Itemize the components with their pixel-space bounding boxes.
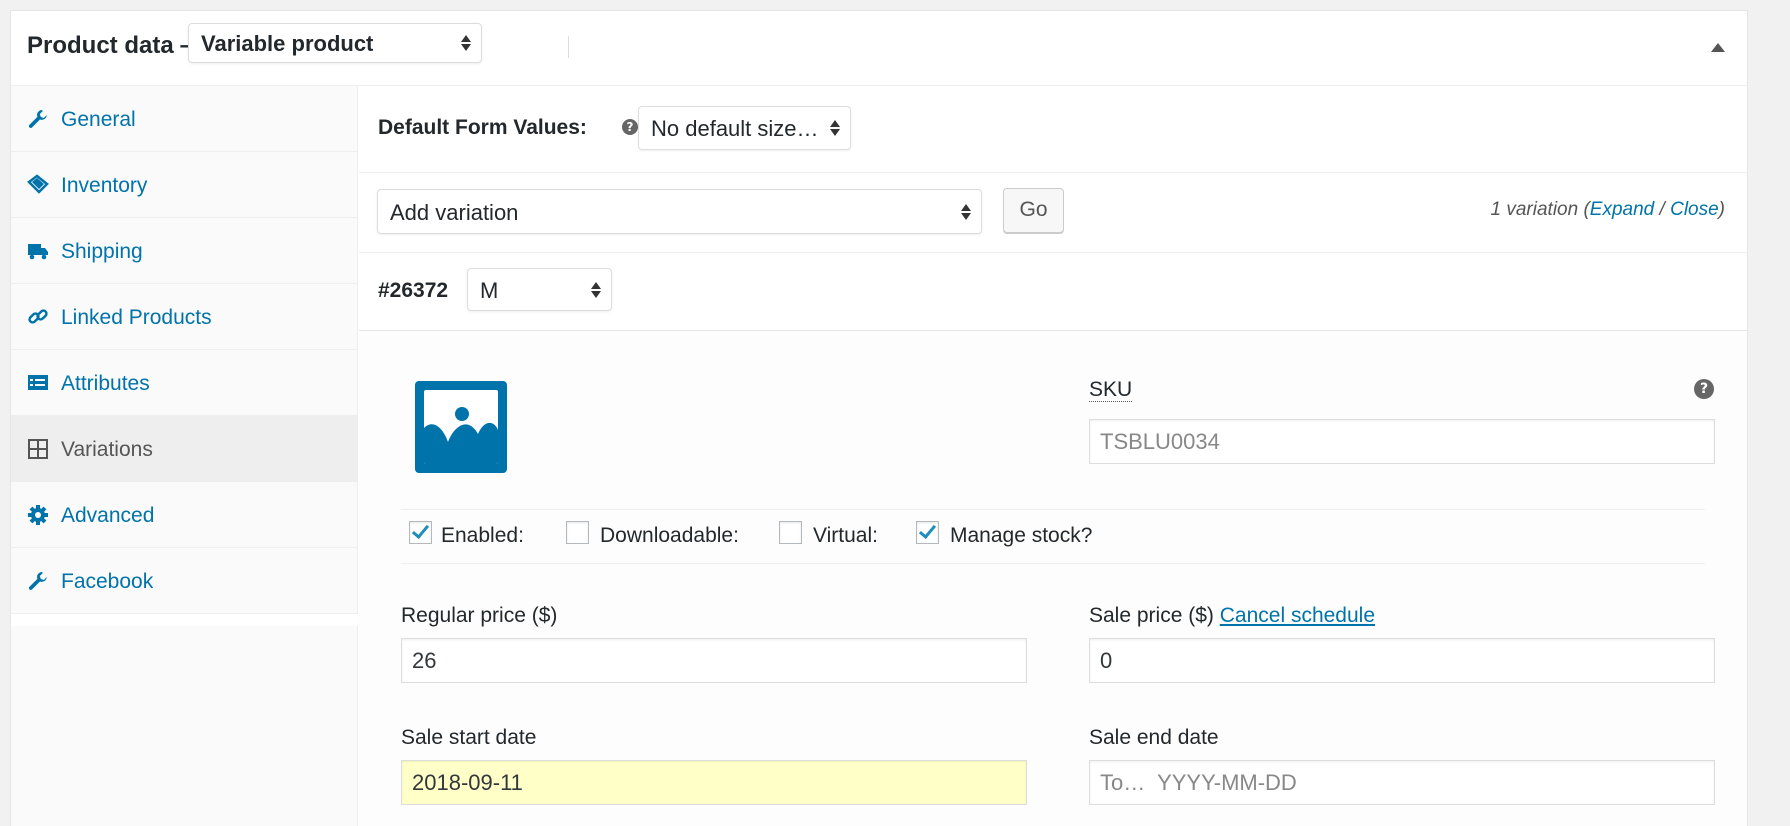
virtual-label: Virtual: — [813, 524, 878, 547]
downloadable-label: Downloadable: — [600, 524, 739, 547]
wrench-icon — [28, 572, 47, 590]
tab-inventory[interactable]: Inventory — [11, 152, 357, 218]
collapse-toggle-icon[interactable] — [1711, 43, 1725, 52]
regular-price-input[interactable]: 26 — [401, 638, 1027, 683]
cancel-schedule-link[interactable]: Cancel schedule — [1220, 604, 1375, 627]
downloadable-checkbox[interactable] — [566, 521, 589, 544]
default-form-values-label: Default Form Values: — [378, 116, 587, 139]
product-type-select[interactable]: Variable product — [188, 23, 482, 63]
tab-general[interactable]: General — [11, 86, 357, 152]
default-form-values-row: Default Form Values: ? No default size… — [359, 86, 1747, 173]
help-icon[interactable]: ? — [622, 119, 638, 135]
manage-stock-checkbox[interactable] — [916, 520, 939, 544]
tab-linked-products[interactable]: Linked Products — [11, 284, 357, 350]
sale-end-date-input[interactable]: To… YYYY-MM-DD — [1089, 760, 1715, 805]
close-link[interactable]: Close — [1670, 199, 1719, 220]
regular-price-label: Regular price ($) — [401, 604, 558, 627]
variation-id: #26372 — [378, 279, 449, 302]
variation-header[interactable]: #26372 M — [359, 253, 1747, 331]
list-icon — [28, 375, 48, 390]
tab-advanced[interactable]: Advanced — [11, 482, 357, 548]
tab-facebook[interactable]: Facebook — [11, 548, 357, 614]
variation-options-row: Enabled: Downloadable: Virtual: Manage s… — [401, 509, 1705, 564]
wrench-icon — [28, 110, 47, 128]
sku-help-icon[interactable]: ? — [1694, 379, 1714, 399]
variation-count: 1 variation (Expand / Close) — [1490, 199, 1725, 220]
variation-image-button[interactable] — [415, 381, 507, 473]
tag-icon — [27, 174, 49, 194]
select-arrows-icon — [830, 118, 840, 138]
manage-stock-label: Manage stock? — [950, 524, 1093, 547]
select-arrows-icon — [961, 202, 971, 222]
variation-size-select[interactable]: M — [467, 268, 612, 311]
sku-label: SKU — [1089, 378, 1133, 402]
link-icon — [28, 309, 48, 324]
product-data-panel: Product data — Variable product General … — [10, 10, 1748, 826]
default-size-select[interactable]: No default size… — [638, 106, 851, 150]
truck-icon — [28, 244, 48, 260]
sale-start-date-label: Sale start date — [401, 726, 537, 749]
header-divider — [568, 36, 569, 58]
variation-body: SKU ? TSBLU0034 Enabled: Downloadable: V… — [359, 334, 1747, 826]
enabled-checkbox[interactable] — [409, 520, 432, 544]
panel-header: Product data — Variable product — [11, 11, 1747, 86]
tab-attributes[interactable]: Attributes — [11, 350, 357, 416]
image-placeholder-icon — [424, 390, 498, 464]
sidebar-spacer — [11, 614, 358, 626]
panel-title: Product data — — [27, 32, 205, 59]
variation-action-select[interactable]: Add variation — [377, 189, 982, 234]
product-data-tabs: General Inventory Shipping Linked Produc… — [11, 86, 358, 826]
tab-variations[interactable]: Variations — [11, 416, 357, 482]
add-variation-row: Add variation Go 1 variation (Expand / C… — [359, 173, 1747, 253]
gear-icon — [28, 505, 48, 525]
sale-price-input[interactable]: 0 — [1089, 638, 1715, 683]
select-arrows-icon — [591, 280, 601, 300]
sale-start-date-input[interactable]: 2018-09-11 — [401, 760, 1027, 805]
go-button[interactable]: Go — [1003, 188, 1064, 233]
virtual-checkbox[interactable] — [779, 521, 802, 544]
grid-icon — [28, 439, 48, 459]
sale-price-label: Sale price ($) Cancel schedule — [1089, 604, 1375, 627]
select-arrows-icon — [461, 33, 471, 53]
sku-input[interactable]: TSBLU0034 — [1089, 419, 1715, 464]
tab-shipping[interactable]: Shipping — [11, 218, 357, 284]
sale-end-date-label: Sale end date — [1089, 726, 1219, 749]
expand-link[interactable]: Expand — [1590, 199, 1654, 220]
enabled-label: Enabled: — [441, 524, 524, 547]
